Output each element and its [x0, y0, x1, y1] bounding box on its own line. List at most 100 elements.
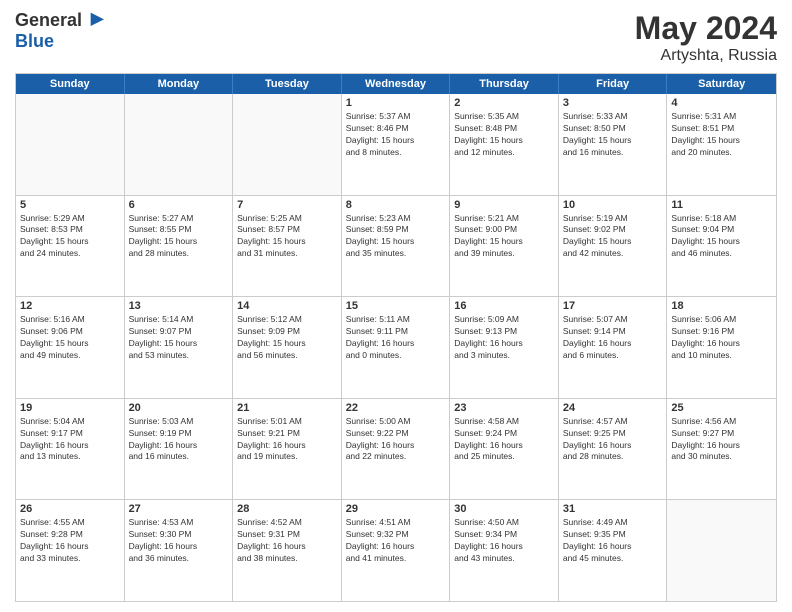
- day-info: Sunrise: 5:04 AM Sunset: 9:17 PM Dayligh…: [20, 416, 120, 464]
- location-subtitle: Artyshta, Russia: [635, 47, 777, 65]
- day-info: Sunrise: 5:01 AM Sunset: 9:21 PM Dayligh…: [237, 416, 337, 464]
- day-info: Sunrise: 5:03 AM Sunset: 9:19 PM Dayligh…: [129, 416, 229, 464]
- day-number: 7: [237, 199, 337, 211]
- day-number: 17: [563, 300, 663, 312]
- day-cell-15: 15 Sunrise: 5:11 AM Sunset: 9:11 PM Dayli…: [342, 297, 451, 398]
- day-number: 20: [129, 402, 229, 414]
- day-info: Sunrise: 5:18 AM Sunset: 9:04 PM Dayligh…: [671, 213, 772, 261]
- day-cell-31: 31 Sunrise: 4:49 AM Sunset: 9:35 PM Dayli…: [559, 500, 668, 601]
- day-number: 10: [563, 199, 663, 211]
- day-info: Sunrise: 5:21 AM Sunset: 9:00 PM Dayligh…: [454, 213, 554, 261]
- day-cell-empty: [125, 94, 234, 195]
- day-info: Sunrise: 4:55 AM Sunset: 9:28 PM Dayligh…: [20, 517, 120, 565]
- day-number: 26: [20, 503, 120, 515]
- calendar-week-1: 1 Sunrise: 5:37 AM Sunset: 8:46 PM Daylig…: [16, 94, 776, 195]
- header-day-friday: Friday: [559, 74, 668, 94]
- day-cell-20: 20 Sunrise: 5:03 AM Sunset: 9:19 PM Dayli…: [125, 399, 234, 500]
- day-info: Sunrise: 5:11 AM Sunset: 9:11 PM Dayligh…: [346, 314, 446, 362]
- day-number: 6: [129, 199, 229, 211]
- day-info: Sunrise: 5:27 AM Sunset: 8:55 PM Dayligh…: [129, 213, 229, 261]
- day-number: 2: [454, 97, 554, 109]
- day-cell-6: 6 Sunrise: 5:27 AM Sunset: 8:55 PM Daylig…: [125, 196, 234, 297]
- day-info: Sunrise: 4:58 AM Sunset: 9:24 PM Dayligh…: [454, 416, 554, 464]
- day-info: Sunrise: 5:00 AM Sunset: 9:22 PM Dayligh…: [346, 416, 446, 464]
- day-info: Sunrise: 4:52 AM Sunset: 9:31 PM Dayligh…: [237, 517, 337, 565]
- day-cell-16: 16 Sunrise: 5:09 AM Sunset: 9:13 PM Dayli…: [450, 297, 559, 398]
- day-cell-2: 2 Sunrise: 5:35 AM Sunset: 8:48 PM Daylig…: [450, 94, 559, 195]
- day-number: 9: [454, 199, 554, 211]
- day-info: Sunrise: 5:35 AM Sunset: 8:48 PM Dayligh…: [454, 111, 554, 159]
- calendar-header: SundayMondayTuesdayWednesdayThursdayFrid…: [16, 74, 776, 94]
- day-cell-3: 3 Sunrise: 5:33 AM Sunset: 8:50 PM Daylig…: [559, 94, 668, 195]
- day-cell-7: 7 Sunrise: 5:25 AM Sunset: 8:57 PM Daylig…: [233, 196, 342, 297]
- calendar-week-4: 19Sunrise: 5:04 AM Sunset: 9:17 PM Dayli…: [16, 398, 776, 500]
- day-cell-12: 12 Sunrise: 5:16 AM Sunset: 9:06 PM Dayli…: [16, 297, 125, 398]
- day-cell-28: 28Sunrise: 4:52 AM Sunset: 9:31 PM Dayli…: [233, 500, 342, 601]
- day-number: 1: [346, 97, 446, 109]
- day-number: 8: [346, 199, 446, 211]
- day-info: Sunrise: 4:57 AM Sunset: 9:25 PM Dayligh…: [563, 416, 663, 464]
- day-info: Sunrise: 4:56 AM Sunset: 9:27 PM Dayligh…: [671, 416, 772, 464]
- day-cell-14: 14Sunrise: 5:12 AM Sunset: 9:09 PM Dayli…: [233, 297, 342, 398]
- day-info: Sunrise: 5:16 AM Sunset: 9:06 PM Dayligh…: [20, 314, 120, 362]
- title-block: May 2024 Artyshta, Russia: [635, 10, 777, 65]
- day-cell-18: 18Sunrise: 5:06 AM Sunset: 9:16 PM Dayli…: [667, 297, 776, 398]
- day-cell-22: 22 Sunrise: 5:00 AM Sunset: 9:22 PM Dayli…: [342, 399, 451, 500]
- day-cell-empty: [16, 94, 125, 195]
- day-info: Sunrise: 5:07 AM Sunset: 9:14 PM Dayligh…: [563, 314, 663, 362]
- day-cell-1: 1 Sunrise: 5:37 AM Sunset: 8:46 PM Daylig…: [342, 94, 451, 195]
- day-cell-25: 25 Sunrise: 4:56 AM Sunset: 9:27 PM Dayli…: [667, 399, 776, 500]
- month-title: May 2024: [635, 10, 777, 47]
- day-cell-29: 29 Sunrise: 4:51 AM Sunset: 9:32 PM Dayli…: [342, 500, 451, 601]
- day-info: Sunrise: 5:25 AM Sunset: 8:57 PM Dayligh…: [237, 213, 337, 261]
- day-info: Sunrise: 5:19 AM Sunset: 9:02 PM Dayligh…: [563, 213, 663, 261]
- day-number: 29: [346, 503, 446, 515]
- day-number: 16: [454, 300, 554, 312]
- day-info: Sunrise: 5:29 AM Sunset: 8:53 PM Dayligh…: [20, 213, 120, 261]
- day-number: 25: [671, 402, 772, 414]
- day-number: 24: [563, 402, 663, 414]
- day-cell-empty: [667, 500, 776, 601]
- day-info: Sunrise: 5:09 AM Sunset: 9:13 PM Dayligh…: [454, 314, 554, 362]
- logo-icon: [84, 11, 104, 31]
- day-info: Sunrise: 5:12 AM Sunset: 9:09 PM Dayligh…: [237, 314, 337, 362]
- day-number: 5: [20, 199, 120, 211]
- header-day-tuesday: Tuesday: [233, 74, 342, 94]
- calendar-week-2: 5 Sunrise: 5:29 AM Sunset: 8:53 PM Daylig…: [16, 195, 776, 297]
- header-day-monday: Monday: [125, 74, 234, 94]
- day-number: 4: [671, 97, 772, 109]
- header: General Blue May 2024 Artyshta, Russia: [15, 10, 777, 65]
- day-info: Sunrise: 4:53 AM Sunset: 9:30 PM Dayligh…: [129, 517, 229, 565]
- day-info: Sunrise: 5:23 AM Sunset: 8:59 PM Dayligh…: [346, 213, 446, 261]
- day-info: Sunrise: 4:50 AM Sunset: 9:34 PM Dayligh…: [454, 517, 554, 565]
- header-day-saturday: Saturday: [667, 74, 776, 94]
- day-info: Sunrise: 5:37 AM Sunset: 8:46 PM Dayligh…: [346, 111, 446, 159]
- day-cell-13: 13 Sunrise: 5:14 AM Sunset: 9:07 PM Dayli…: [125, 297, 234, 398]
- day-info: Sunrise: 5:14 AM Sunset: 9:07 PM Dayligh…: [129, 314, 229, 362]
- day-info: Sunrise: 4:51 AM Sunset: 9:32 PM Dayligh…: [346, 517, 446, 565]
- day-number: 18: [671, 300, 772, 312]
- calendar-week-5: 26 Sunrise: 4:55 AM Sunset: 9:28 PM Dayli…: [16, 499, 776, 601]
- logo-general-text: General: [15, 10, 82, 31]
- day-number: 15: [346, 300, 446, 312]
- day-cell-11: 11Sunrise: 5:18 AM Sunset: 9:04 PM Dayli…: [667, 196, 776, 297]
- day-number: 21: [237, 402, 337, 414]
- header-day-sunday: Sunday: [16, 74, 125, 94]
- day-number: 13: [129, 300, 229, 312]
- day-cell-8: 8 Sunrise: 5:23 AM Sunset: 8:59 PM Daylig…: [342, 196, 451, 297]
- day-cell-9: 9 Sunrise: 5:21 AM Sunset: 9:00 PM Daylig…: [450, 196, 559, 297]
- day-cell-30: 30 Sunrise: 4:50 AM Sunset: 9:34 PM Dayli…: [450, 500, 559, 601]
- day-cell-23: 23 Sunrise: 4:58 AM Sunset: 9:24 PM Dayli…: [450, 399, 559, 500]
- day-number: 3: [563, 97, 663, 109]
- day-cell-5: 5 Sunrise: 5:29 AM Sunset: 8:53 PM Daylig…: [16, 196, 125, 297]
- header-day-thursday: Thursday: [450, 74, 559, 94]
- day-number: 30: [454, 503, 554, 515]
- day-number: 22: [346, 402, 446, 414]
- day-cell-19: 19Sunrise: 5:04 AM Sunset: 9:17 PM Dayli…: [16, 399, 125, 500]
- day-info: Sunrise: 5:33 AM Sunset: 8:50 PM Dayligh…: [563, 111, 663, 159]
- day-number: 12: [20, 300, 120, 312]
- day-info: Sunrise: 4:49 AM Sunset: 9:35 PM Dayligh…: [563, 517, 663, 565]
- day-cell-4: 4Sunrise: 5:31 AM Sunset: 8:51 PM Daylig…: [667, 94, 776, 195]
- day-number: 31: [563, 503, 663, 515]
- day-number: 23: [454, 402, 554, 414]
